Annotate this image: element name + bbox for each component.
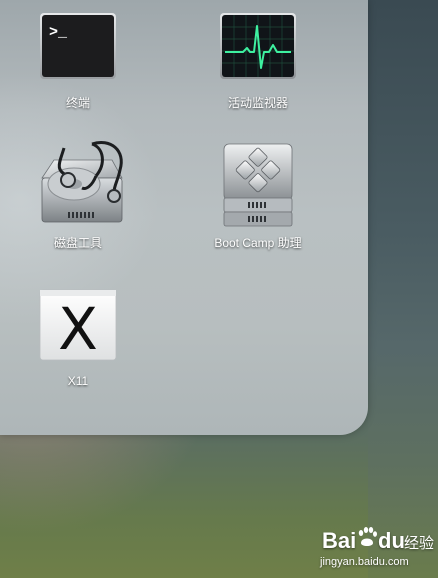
activity-monitor-icon xyxy=(220,13,296,79)
app-activity-monitor[interactable]: 活动监视器 xyxy=(188,0,328,120)
app-terminal[interactable]: >_ 终端 xyxy=(8,0,148,120)
launchpad-folder: >_ 终端 活动监视器 磁盘工具 Boot Camp 助理 X X11 xyxy=(0,0,368,435)
app-label-disk-utility: 磁盘工具 xyxy=(53,236,102,250)
desktop-background xyxy=(368,0,438,578)
watermark-url: jingyan.baidu.com xyxy=(320,556,409,568)
x11-glyph: X xyxy=(58,295,98,361)
jingyan-text: 经验 xyxy=(404,535,435,552)
terminal-icon: >_ xyxy=(40,13,116,79)
app-label-x11: X11 xyxy=(67,374,89,388)
terminal-prompt: >_ xyxy=(49,24,68,41)
app-boot-camp[interactable]: Boot Camp 助理 xyxy=(188,140,328,260)
disk-utility-icon xyxy=(41,141,123,223)
app-label-terminal: 终端 xyxy=(65,96,90,110)
app-label-activity-monitor: 活动监视器 xyxy=(227,96,288,110)
baidu-jingyan-watermark: Bai du 经验 jingyan.baidu.com xyxy=(318,522,436,574)
x11-icon: X xyxy=(39,289,117,361)
baidu-logo-text: Bai xyxy=(322,528,357,553)
baidu-logo-text-2: du xyxy=(378,528,405,553)
app-x11[interactable]: X X11 xyxy=(8,280,148,400)
app-disk-utility[interactable]: 磁盘工具 xyxy=(8,140,148,260)
baidu-paw-icon xyxy=(358,527,377,546)
boot-camp-icon xyxy=(223,143,293,227)
app-label-boot-camp: Boot Camp 助理 xyxy=(214,236,302,250)
